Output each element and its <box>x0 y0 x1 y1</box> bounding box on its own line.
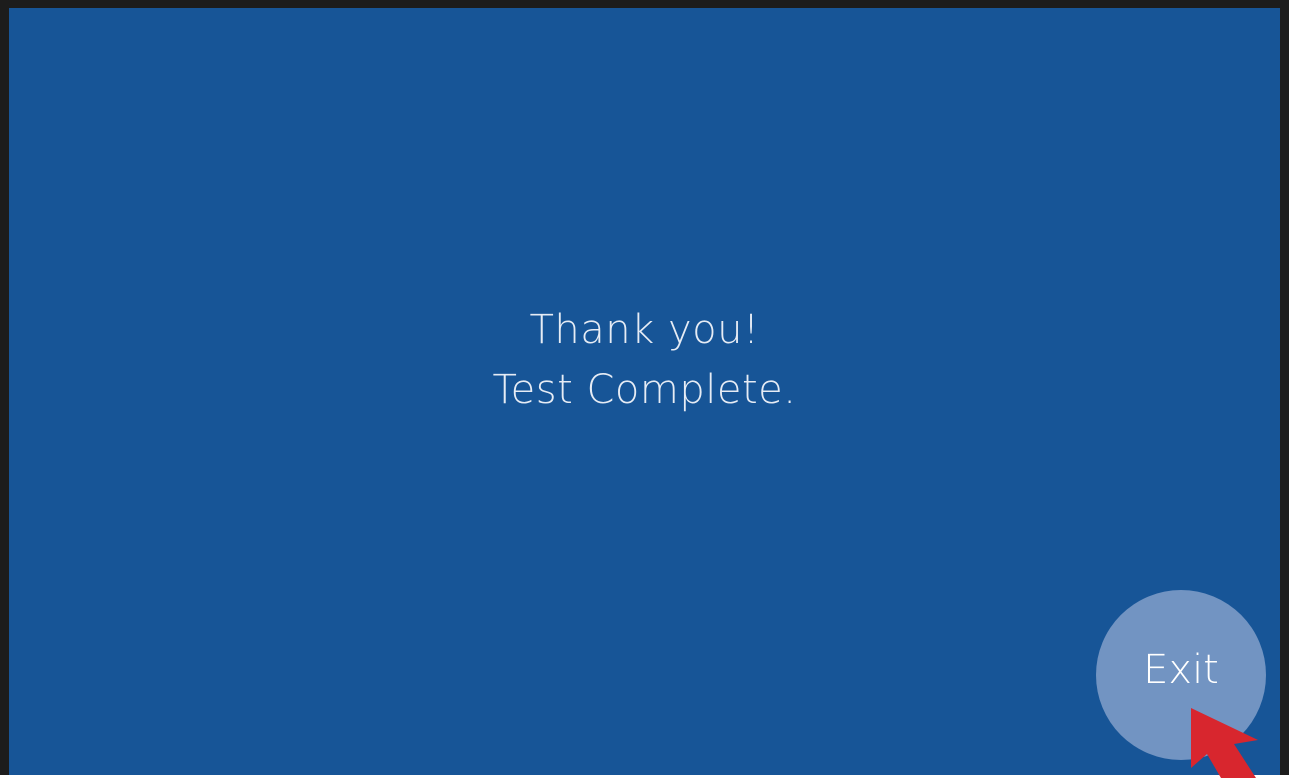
thank-you-text: Thank you! <box>529 307 760 353</box>
exit-button[interactable]: Exit <box>1096 590 1266 760</box>
test-complete-text: Test Complete. <box>492 367 797 413</box>
exit-button-label: Exit <box>1143 647 1219 693</box>
completion-message: Thank you! Test Complete. <box>9 300 1280 420</box>
